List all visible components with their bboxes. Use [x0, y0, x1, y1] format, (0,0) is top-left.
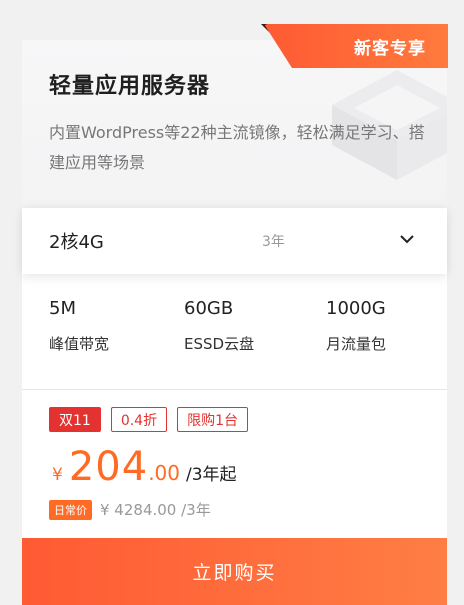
product-description: 内置WordPress等22种主流镜像，轻松满足学习、搭建应用等场景 — [49, 123, 425, 172]
price-currency: ¥ — [52, 465, 63, 485]
spec-traffic-label: 月流量包 — [326, 335, 387, 353]
tag-discount: 0.4折 — [110, 407, 168, 432]
divider — [22, 389, 447, 390]
tag-limit: 限购1台 — [177, 407, 249, 432]
spec-bandwidth: 5M 峰值带宽 — [49, 298, 109, 354]
term-value: 3年 — [262, 234, 285, 250]
regular-price-value: ¥ 4284.00 /3年 — [100, 501, 211, 519]
buy-now-button[interactable]: 立即购买 — [22, 538, 447, 605]
price-integer: 204 — [68, 444, 149, 490]
spec-traffic: 1000G 月流量包 — [326, 298, 386, 354]
tag-double11: 双11 — [49, 407, 101, 432]
spec-bandwidth-value: 5M — [49, 298, 76, 319]
price: ¥ 204 .00 /3年起 — [52, 444, 237, 490]
regular-price: 日常价 ¥ 4284.00 /3年 — [49, 499, 211, 520]
product-title: 轻量应用服务器 — [49, 74, 211, 99]
new-customer-badge: 新客专享 — [264, 24, 448, 68]
price-unit: /3年起 — [186, 465, 237, 485]
chevron-down-icon[interactable] — [399, 234, 415, 246]
regular-price-label: 日常价 — [49, 499, 92, 520]
spec-traffic-value: 1000G — [326, 298, 386, 319]
promo-tags: 双11 0.4折 限购1台 — [49, 407, 249, 432]
spec-disk-label: ESSD云盘 — [184, 335, 255, 353]
spec-disk: 60GB ESSD云盘 — [184, 298, 254, 354]
spec-value: 2核4G — [49, 232, 104, 253]
price-decimal: .00 — [148, 461, 180, 485]
spec-list: 5M 峰值带宽 60GB ESSD云盘 1000G 月流量包 — [22, 290, 447, 388]
spec-selector[interactable]: 2核4G 3年 — [22, 208, 447, 274]
spec-bandwidth-label: 峰值带宽 — [49, 335, 110, 353]
spec-disk-value: 60GB — [184, 298, 234, 319]
product-card: 轻量应用服务器 内置WordPress等22种主流镜像，轻松满足学习、搭建应用等… — [22, 24, 448, 605]
